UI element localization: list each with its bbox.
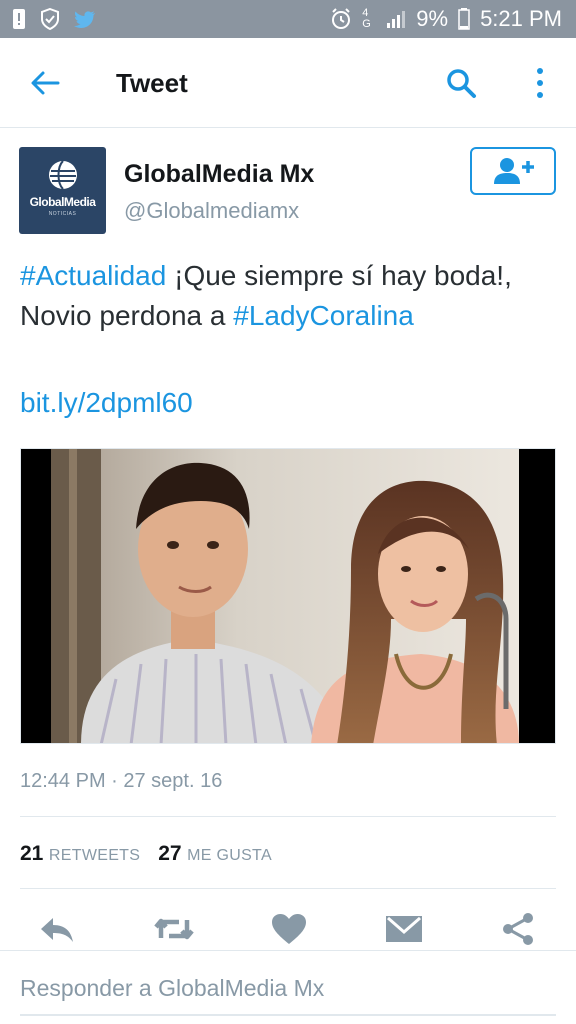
app-bar: Tweet bbox=[0, 38, 576, 128]
status-bar-left bbox=[12, 8, 96, 30]
tweet-link[interactable]: bit.ly/2dpml60 bbox=[20, 383, 193, 423]
author-handle[interactable]: @Globalmediamx bbox=[124, 198, 299, 224]
battery-percent: 9% bbox=[416, 6, 449, 31]
divider bbox=[20, 888, 556, 889]
status-bar: 4G 9% 5:21 PM bbox=[0, 0, 576, 38]
follow-button[interactable] bbox=[470, 147, 556, 195]
direct-message-icon[interactable] bbox=[384, 912, 424, 946]
author-name[interactable]: GlobalMedia Mx bbox=[124, 160, 314, 189]
shield-icon bbox=[41, 8, 59, 30]
avatar-sub: NOTICIAS bbox=[48, 211, 77, 217]
divider bbox=[20, 816, 556, 817]
add-user-icon bbox=[494, 158, 534, 184]
reply-icon[interactable] bbox=[38, 912, 76, 946]
search-icon[interactable] bbox=[444, 66, 478, 100]
more-vertical-icon[interactable] bbox=[528, 66, 552, 100]
retweet-icon[interactable] bbox=[152, 912, 196, 946]
action-bar bbox=[0, 906, 576, 952]
back-arrow-icon[interactable] bbox=[28, 66, 62, 100]
tweet-text: #Actualidad ¡Que siempre sí hay boda!, N… bbox=[20, 256, 565, 336]
likes-label: ME GUSTA bbox=[187, 847, 272, 864]
likes-count: 27 bbox=[158, 842, 182, 865]
avatar-brand: GlobalMedia bbox=[29, 195, 96, 209]
clock: 5:21 PM bbox=[480, 6, 562, 31]
reply-underline bbox=[20, 1014, 556, 1016]
alert-icon bbox=[13, 9, 25, 29]
tweet-stats: 21 RETWEETS 27 ME GUSTA bbox=[20, 842, 272, 866]
like-heart-icon[interactable] bbox=[270, 912, 308, 946]
retweets-count: 21 bbox=[20, 842, 44, 865]
reply-input[interactable]: Responder a GlobalMedia Mx bbox=[20, 975, 324, 1002]
photo-couple-image bbox=[21, 449, 555, 743]
reply-box[interactable]: Responder a GlobalMedia Mx bbox=[0, 950, 576, 1024]
signal-icon bbox=[387, 11, 406, 28]
alarm-icon bbox=[332, 8, 351, 29]
hashtag-actualidad[interactable]: #Actualidad bbox=[20, 260, 166, 291]
network-type: 4G bbox=[362, 7, 371, 30]
tweet-photo[interactable] bbox=[20, 448, 556, 744]
retweets-label: RETWEETS bbox=[48, 847, 141, 864]
tweet-timestamp: 12:44 PM · 27 sept. 16 bbox=[20, 770, 223, 792]
battery-icon bbox=[458, 8, 470, 30]
twitter-notification-icon bbox=[74, 11, 95, 28]
globe-logo-icon bbox=[49, 160, 77, 190]
retweets-stat[interactable]: 21 RETWEETS bbox=[20, 842, 140, 866]
page-title: Tweet bbox=[116, 68, 188, 98]
share-icon[interactable] bbox=[500, 912, 538, 946]
hashtag-ladycoralina[interactable]: #LadyCoralina bbox=[233, 300, 414, 331]
avatar[interactable]: GlobalMedia NOTICIAS bbox=[19, 147, 106, 234]
status-bar-right: 4G 9% 5:21 PM bbox=[330, 6, 562, 32]
likes-stat[interactable]: 27 ME GUSTA bbox=[158, 842, 272, 866]
